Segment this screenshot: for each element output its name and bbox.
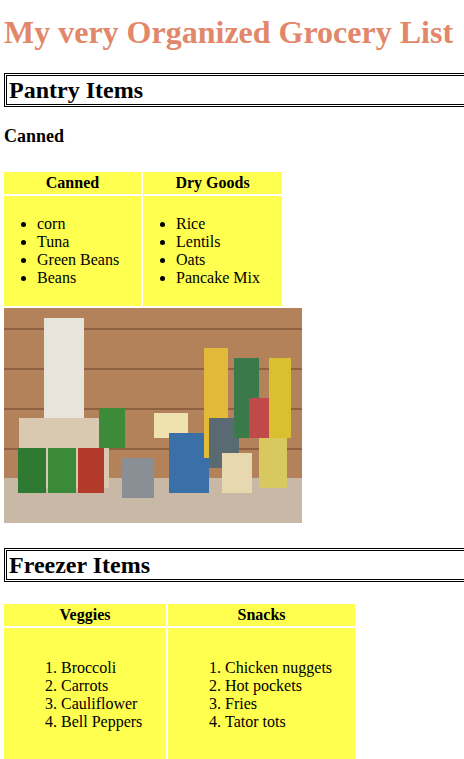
list-item: Beans: [37, 269, 138, 287]
list-item: Green Beans: [37, 251, 138, 269]
item-list: BroccoliCarrotsCauliflowerBell Peppers: [7, 659, 163, 731]
list-item: Cauliflower: [61, 695, 163, 713]
column-header: Snacks: [168, 604, 355, 626]
list-item: Carrots: [61, 677, 163, 695]
groceries-photo: [4, 308, 302, 523]
section-heading: Freezer Items: [4, 548, 464, 582]
list-item: Tuna: [37, 233, 138, 251]
list-item: Oats: [176, 251, 279, 269]
item-list: Chicken nuggetsHot pocketsFriesTator tot…: [171, 659, 352, 731]
list-item: Hot pockets: [225, 677, 352, 695]
list-item: Fries: [225, 695, 352, 713]
list-item: Broccoli: [61, 659, 163, 677]
column-header: Canned: [4, 172, 141, 194]
list-item: Chicken nuggets: [225, 659, 352, 677]
section-heading: Pantry Items: [4, 73, 464, 107]
item-list: cornTunaGreen BeansBeans: [7, 215, 138, 287]
column-header: Veggies: [4, 604, 166, 626]
column-cell: Chicken nuggetsHot pocketsFriesTator tot…: [168, 628, 355, 759]
column-cell: BroccoliCarrotsCauliflowerBell Peppers: [4, 628, 166, 759]
list-item: Bell Peppers: [61, 713, 163, 731]
list-item: Lentils: [176, 233, 279, 251]
list-item: corn: [37, 215, 138, 233]
section: Pantry ItemsCannedCannedDry GoodscornTun…: [4, 73, 460, 523]
grocery-table: VeggiesSnacks BroccoliCarrotsCauliflowerB…: [2, 602, 357, 759]
list-item: Rice: [176, 215, 279, 233]
section: Freezer ItemsVeggiesSnacksBroccoliCarrot…: [4, 548, 460, 759]
column-cell: cornTunaGreen BeansBeans: [4, 196, 141, 306]
list-item: Pancake Mix: [176, 269, 279, 287]
list-item: Tator tots: [225, 713, 352, 731]
column-cell: RiceLentilsOatsPancake Mix: [143, 196, 282, 306]
column-header: Dry Goods: [143, 172, 282, 194]
grocery-table: CannedDry GoodscornTunaGreen BeansBeansR…: [2, 170, 284, 308]
item-list: RiceLentilsOatsPancake Mix: [146, 215, 279, 287]
page-title: My very Organized Grocery List: [4, 0, 460, 51]
subheading: Canned: [4, 125, 460, 147]
